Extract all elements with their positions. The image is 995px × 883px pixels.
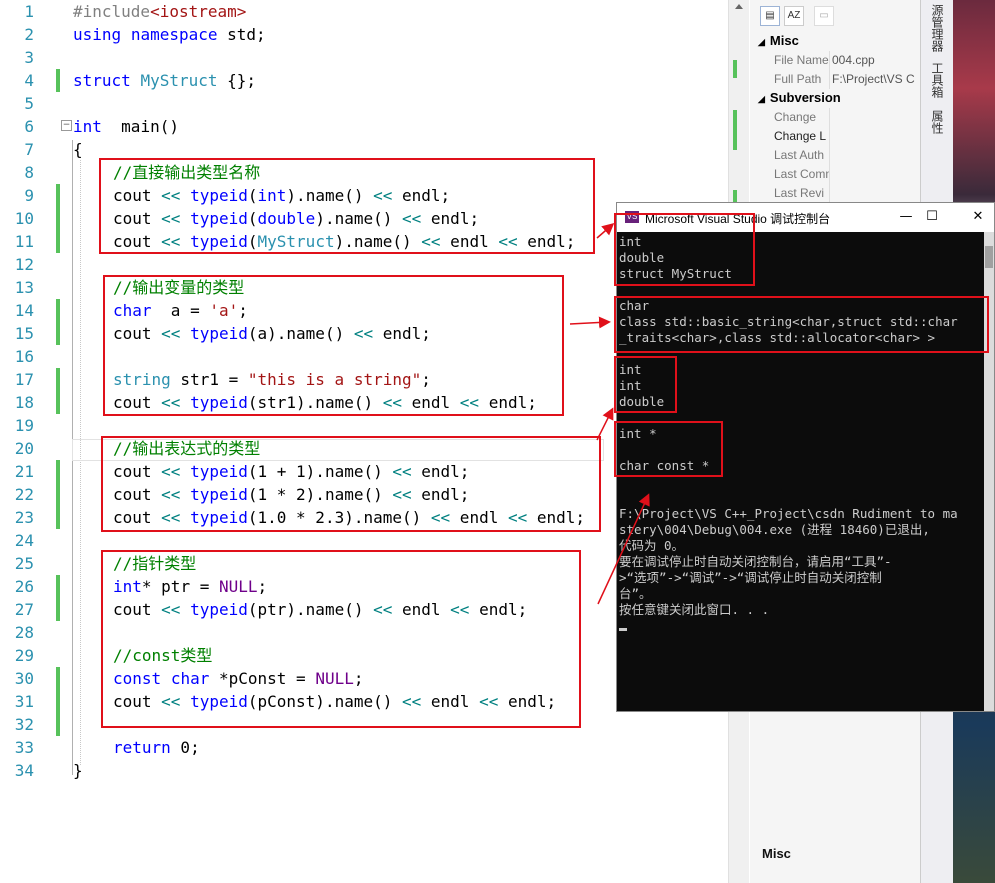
arrow-pointer-to-output — [597, 493, 650, 605]
arrow-direct-to-output — [596, 223, 615, 239]
arrow-variable-to-output — [569, 316, 611, 329]
arrow-expression-to-output — [596, 407, 614, 441]
annotation-arrows — [569, 223, 650, 605]
